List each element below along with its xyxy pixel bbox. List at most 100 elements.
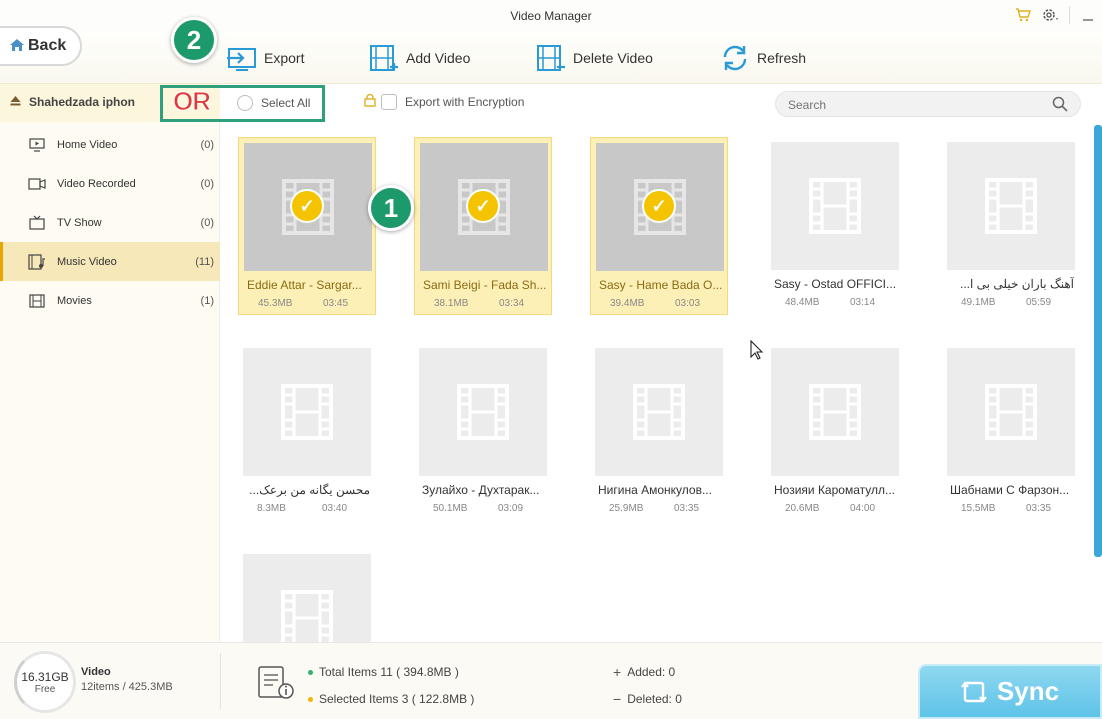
video-title: آهنگ باران خیلی بی ا... [960, 277, 1074, 291]
green-dot-icon [308, 669, 313, 675]
video-title: Зулайхо - Духтарак... [422, 483, 540, 497]
grid-scrollbar[interactable] [1094, 125, 1102, 557]
refresh-button[interactable]: Refresh [719, 38, 806, 78]
back-button[interactable]: Back [0, 26, 82, 66]
video-size: 48.4MB [785, 297, 820, 308]
export-encryption-option[interactable]: Export with Encryption [364, 93, 524, 110]
video-thumbnail[interactable]: ✓ [420, 143, 548, 271]
total-items-stat: Total Items 11 ( 394.8MB ) [308, 665, 459, 679]
video-thumbnail[interactable]: ✓ [244, 143, 372, 271]
video-grid: ✓ Eddie Attar - Sargar... 45.3MB 03:45 ✓ … [221, 122, 1102, 642]
selected-items-text: Selected Items 3 ( 122.8MB ) [319, 692, 475, 706]
delete-video-icon [537, 45, 565, 71]
video-thumbnail[interactable] [947, 142, 1075, 270]
video-thumbnail[interactable] [947, 348, 1075, 476]
video-title: Eddie Attar - Sargar... [247, 278, 362, 292]
video-meta: 45.3MB 03:45 [258, 298, 368, 309]
video-size: 49.1MB [961, 297, 996, 308]
selected-check-icon[interactable]: ✓ [466, 189, 500, 223]
sidebar-item-tv-show[interactable]: TV Show (0) [0, 203, 220, 242]
window-title: Video Manager [510, 9, 592, 23]
video-card[interactable]: محسن یگانه من برعک... 8.3MB 03:40 [238, 343, 376, 521]
sidebar-item-count: (0) [200, 216, 214, 229]
video-title: Sasy - Ostad OFFICI... [774, 277, 897, 291]
home-icon [10, 38, 24, 54]
video-card[interactable]: Нозияи Кароматулл... 20.6MB 04:00 [766, 343, 904, 521]
video-thumbnail[interactable] [595, 348, 723, 476]
video-size: 25.9MB [609, 503, 644, 514]
video-thumbnail[interactable] [771, 348, 899, 476]
video-meta: 48.4MB 03:14 [785, 297, 895, 308]
selected-check-icon[interactable]: ✓ [290, 189, 324, 223]
encryption-checkbox[interactable] [381, 94, 397, 110]
added-stat: + Added: 0 [613, 664, 675, 680]
video-size: 39.4MB [610, 298, 645, 309]
video-meta: 15.5MB 03:35 [961, 503, 1071, 514]
video-thumbnail[interactable]: ✓ [596, 143, 724, 271]
sidebar-item-video-recorded[interactable]: Video Recorded (0) [0, 164, 220, 203]
video-title: Нигина Амонкулов... [598, 483, 712, 497]
film-placeholder-icon [633, 384, 685, 440]
video-card[interactable]: Sasy - Ostad OFFICI... 48.4MB 03:14 [766, 137, 904, 315]
sidebar-item-label: Video Recorded [57, 177, 136, 190]
lock-icon [364, 93, 376, 110]
video-card[interactable]: Шабнами С Фарзон... 15.5MB 03:35 [942, 343, 1080, 521]
video-card[interactable]: ✓ Sami Beigi - Fada Sh... 38.1MB 03:34 [414, 137, 552, 315]
film-placeholder-icon [281, 384, 333, 440]
sidebar-item-movies[interactable]: Movies (1) [0, 281, 220, 320]
delete-video-button[interactable]: Delete Video [535, 38, 653, 78]
annotation-step-1-badge: 1 [368, 185, 414, 231]
video-card[interactable]: Зулайхо - Духтарак... 50.1MB 03:09 [414, 343, 552, 521]
add-video-label: Add Video [406, 50, 471, 66]
export-icon [227, 48, 256, 71]
video-thumbnail[interactable] [419, 348, 547, 476]
back-label: Back [28, 37, 67, 54]
film-placeholder-icon [457, 384, 509, 440]
eject-icon[interactable] [10, 95, 21, 109]
export-button[interactable]: Export [226, 38, 304, 78]
cart-icon[interactable] [1009, 2, 1037, 28]
video-card[interactable] [238, 549, 376, 642]
settings-gear-icon[interactable] [1037, 2, 1065, 28]
search-icon[interactable] [1052, 96, 1068, 117]
video-size: 15.5MB [961, 503, 996, 514]
storage-indicator: 16.31GB Free [14, 651, 76, 713]
video-card[interactable]: ✓ Sasy - Hame Bada O... 39.4MB 03:03 [590, 137, 728, 315]
sidebar-item-count: (11) [195, 255, 214, 268]
sync-button[interactable]: Sync [918, 664, 1102, 719]
video-card[interactable]: ✓ Eddie Attar - Sargar... 45.3MB 03:45 [238, 137, 376, 315]
film-placeholder-icon [281, 590, 333, 642]
search-input[interactable] [788, 96, 1038, 114]
video-meta: 25.9MB 03:35 [609, 503, 719, 514]
video-title: Sasy - Hame Bada O... [599, 278, 723, 292]
minimize-icon[interactable] [1074, 2, 1102, 28]
video-meta: 49.1MB 05:59 [961, 297, 1071, 308]
device-selector[interactable]: Shahedzada iphon [10, 95, 135, 109]
add-video-icon [370, 45, 398, 71]
sidebar-item-music-video[interactable]: Music Video (11) [0, 242, 220, 281]
film-placeholder-icon [985, 384, 1037, 440]
divider [1069, 6, 1070, 24]
toolbar: Back Export Add Video Delete Video Refre… [0, 26, 1102, 84]
selected-items-stat: Selected Items 3 ( 122.8MB ) [308, 692, 474, 706]
delete-video-label: Delete Video [573, 50, 653, 66]
selected-check-icon[interactable]: ✓ [642, 189, 676, 223]
mouse-cursor-icon [750, 339, 764, 365]
video-meta: 38.1MB 03:34 [434, 298, 544, 309]
video-thumbnail[interactable] [243, 554, 371, 642]
video-duration: 03:34 [499, 298, 525, 309]
video-card[interactable]: Нигина Амонкулов... 25.9MB 03:35 [590, 343, 728, 521]
refresh-icon [723, 45, 747, 71]
sidebar-item-label: Movies [57, 294, 92, 307]
video-thumbnail[interactable] [243, 348, 371, 476]
video-duration: 03:35 [674, 503, 700, 514]
film-placeholder-icon [809, 178, 861, 234]
video-duration: 05:59 [1026, 297, 1052, 308]
sidebar-item-home-video[interactable]: Home Video (0) [0, 125, 220, 164]
video-meta: 50.1MB 03:09 [433, 503, 543, 514]
storage-free-label: Free [34, 683, 56, 695]
annotation-step-2-badge: 2 [171, 17, 217, 63]
video-card[interactable]: آهنگ باران خیلی بی ا... 49.1MB 05:59 [942, 137, 1080, 315]
add-video-button[interactable]: Add Video [368, 38, 470, 78]
video-thumbnail[interactable] [771, 142, 899, 270]
